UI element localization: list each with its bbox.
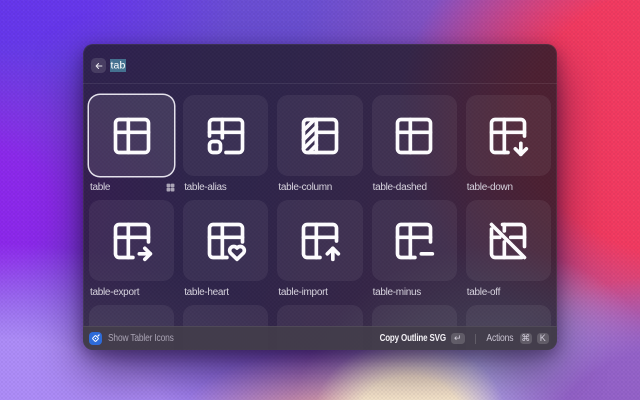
search-input-selected-text: tab: [110, 59, 126, 72]
arrow-left-icon: [94, 61, 104, 71]
icon-label-row: table-import: [277, 287, 362, 298]
icon-label: table-minus: [373, 287, 421, 298]
icon-label-row: table-heart: [183, 287, 268, 298]
icon-card[interactable]: [183, 200, 268, 281]
table-export-icon: [110, 219, 154, 263]
icon-label: table-off: [467, 287, 500, 298]
table-heart-icon: [204, 219, 248, 263]
extension-name: Show Tabler Icons: [108, 333, 174, 344]
icon-label-row: table-alias: [183, 182, 268, 193]
icon-card[interactable]: [183, 95, 268, 176]
icon-label: table-export: [90, 287, 139, 298]
search-input[interactable]: tab: [110, 53, 126, 78]
grid-item-table[interactable]: table: [89, 95, 174, 200]
icon-card[interactable]: [372, 95, 457, 176]
icon-card[interactable]: [466, 95, 551, 176]
enter-keycap: ↵: [451, 333, 465, 345]
grid-item-table-down[interactable]: table-down: [466, 95, 551, 200]
grid-item-table-import[interactable]: table-import: [277, 200, 362, 305]
icon-card[interactable]: [89, 200, 174, 281]
grid-item-table-alias[interactable]: table-alias: [183, 95, 268, 200]
icon-label-row: table-export: [89, 287, 174, 298]
icon-card[interactable]: [277, 200, 362, 281]
table-import-icon: [298, 219, 342, 263]
back-button[interactable]: [91, 58, 106, 73]
footer-actions: Copy Outline SVG ↵ Actions ⌘ K: [363, 333, 549, 345]
search-header: tab: [83, 44, 557, 84]
grid-item-table-column[interactable]: table-column: [277, 95, 362, 200]
table-minus-icon: [392, 219, 436, 263]
icon-card[interactable]: [372, 200, 457, 281]
actions-menu-label[interactable]: Actions: [486, 333, 513, 344]
icon-label-row: table-down: [466, 182, 551, 193]
table-alias-icon: [204, 114, 248, 158]
icon-label: table-column: [278, 182, 332, 193]
icon-card[interactable]: [89, 95, 174, 176]
tabler-logo-icon: [89, 332, 102, 345]
icon-card[interactable]: [277, 95, 362, 176]
table-dashed-icon: [392, 114, 436, 158]
icon-label: table-alias: [184, 182, 226, 193]
grid-view-icon: [166, 183, 175, 192]
grid-item-table-heart[interactable]: table-heart: [183, 200, 268, 305]
icon-label: table-dashed: [373, 182, 427, 193]
icon-label: table: [90, 182, 110, 193]
icon-label: table-heart: [184, 287, 229, 298]
icon-label-row: table-minus: [372, 287, 457, 298]
icon-label: table-import: [278, 287, 327, 298]
footer-separator: [475, 334, 476, 344]
footer-bar: Show Tabler Icons Copy Outline SVG ↵ Act…: [83, 326, 557, 350]
icon-label-row: table-dashed: [372, 182, 457, 193]
icon-card[interactable]: [466, 200, 551, 281]
table-column-icon: [298, 114, 342, 158]
icon-label: table-down: [467, 182, 513, 193]
grid-item-table-off[interactable]: table-off: [466, 200, 551, 305]
grid-item-table-minus[interactable]: table-minus: [372, 200, 457, 305]
icon-grid: table table-alias table-column table-dashed…: [83, 85, 557, 350]
icon-label-row: table-off: [466, 287, 551, 298]
table-icon: [110, 114, 154, 158]
grid-item-table-export[interactable]: table-export: [89, 200, 174, 305]
table-off-icon: [486, 219, 530, 263]
icon-label-row: table-column: [277, 182, 362, 193]
table-down-icon: [486, 114, 530, 158]
grid-item-table-dashed[interactable]: table-dashed: [372, 95, 457, 200]
cmd-keycap: ⌘: [520, 333, 533, 345]
raycast-window: tab table table-alias table-column table-da…: [83, 44, 557, 350]
icon-label-row: table: [89, 182, 174, 193]
primary-action-label[interactable]: Copy Outline SVG: [379, 333, 445, 344]
k-keycap: K: [537, 333, 550, 345]
